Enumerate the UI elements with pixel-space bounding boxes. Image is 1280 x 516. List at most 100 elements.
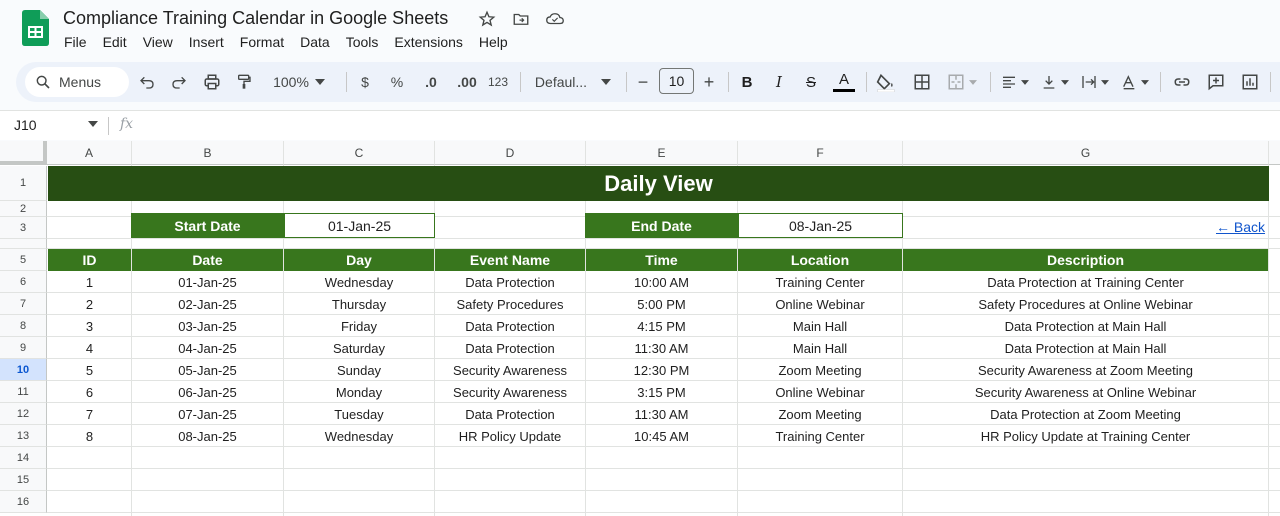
row-header-13[interactable]: 13: [0, 425, 47, 447]
menu-edit[interactable]: Edit: [95, 32, 135, 52]
cell-id[interactable]: 7: [48, 403, 131, 425]
cell-location[interactable]: Zoom Meeting: [738, 359, 902, 381]
cell-time[interactable]: 11:30 AM: [586, 403, 737, 425]
chevron-down-icon[interactable]: [88, 121, 98, 127]
increase-decimal-button[interactable]: .00: [452, 67, 482, 97]
cell-time[interactable]: 12:30 PM: [586, 359, 737, 381]
text-color-button[interactable]: A: [832, 67, 856, 97]
cell-location[interactable]: Training Center: [738, 271, 902, 293]
column-header-h[interactable]: [1269, 141, 1280, 165]
cell-event-name[interactable]: Safety Procedures: [435, 293, 585, 315]
cell-description[interactable]: Security Awareness at Online Webinar: [903, 381, 1268, 403]
column-header-c[interactable]: C: [284, 141, 435, 165]
cell-event-name[interactable]: Data Protection: [435, 337, 585, 359]
print-icon[interactable]: [201, 67, 223, 97]
cell-day[interactable]: Friday: [284, 315, 434, 337]
cell-location[interactable]: Main Hall: [738, 315, 902, 337]
sheets-logo-icon[interactable]: [22, 10, 49, 46]
row-header-4[interactable]: [0, 239, 47, 249]
select-all-corner[interactable]: [0, 141, 47, 165]
row-header-9[interactable]: 9: [0, 337, 47, 359]
cell-event-name[interactable]: Security Awareness: [435, 359, 585, 381]
cell-location[interactable]: Zoom Meeting: [738, 403, 902, 425]
cell-id[interactable]: 4: [48, 337, 131, 359]
menu-view[interactable]: View: [135, 32, 181, 52]
menu-help[interactable]: Help: [471, 32, 516, 52]
font-select[interactable]: Defaul...: [528, 67, 618, 97]
increase-font-size-button[interactable]: +: [698, 67, 720, 97]
cell-id[interactable]: 3: [48, 315, 131, 337]
row-header-16[interactable]: 16: [0, 491, 47, 513]
cell-description[interactable]: Data Protection at Main Hall: [903, 315, 1268, 337]
cell-id[interactable]: 8: [48, 425, 131, 447]
cell-date[interactable]: 08-Jan-25: [132, 425, 283, 447]
cell-description[interactable]: Security Awareness at Zoom Meeting: [903, 359, 1268, 381]
text-rotation-icon[interactable]: [1118, 67, 1152, 97]
cell-time[interactable]: 11:30 AM: [586, 337, 737, 359]
sheet-grid[interactable]: A B C D E F G 1 2 3 5 6 7 8 9 10 11 12 1…: [0, 141, 1280, 516]
paint-format-icon[interactable]: [233, 67, 255, 97]
menu-format[interactable]: Format: [232, 32, 292, 52]
cell-id[interactable]: 2: [48, 293, 131, 315]
cell-id[interactable]: 1: [48, 271, 131, 293]
menu-extensions[interactable]: Extensions: [386, 32, 470, 52]
cell-day[interactable]: Tuesday: [284, 403, 434, 425]
menu-file[interactable]: File: [56, 32, 95, 52]
end-date-value[interactable]: 08-Jan-25: [738, 213, 903, 238]
cell-event-name[interactable]: HR Policy Update: [435, 425, 585, 447]
column-header-f[interactable]: F: [738, 141, 903, 165]
row-header-15[interactable]: 15: [0, 469, 47, 491]
cell-event-name[interactable]: Data Protection: [435, 403, 585, 425]
currency-format-button[interactable]: $: [354, 67, 376, 97]
cell-time[interactable]: 10:00 AM: [586, 271, 737, 293]
cell-time[interactable]: 4:15 PM: [586, 315, 737, 337]
cell-day[interactable]: Monday: [284, 381, 434, 403]
cloud-status-icon[interactable]: [544, 8, 566, 30]
cell-time[interactable]: 5:00 PM: [586, 293, 737, 315]
row-header-5[interactable]: 5: [0, 249, 47, 271]
cell-date[interactable]: 02-Jan-25: [132, 293, 283, 315]
more-formats-button[interactable]: 123: [484, 67, 512, 97]
cell-description[interactable]: HR Policy Update at Training Center: [903, 425, 1268, 447]
row-header-3[interactable]: 3: [0, 217, 47, 239]
row-header-7[interactable]: 7: [0, 293, 47, 315]
redo-icon[interactable]: [168, 67, 190, 97]
borders-icon[interactable]: [910, 67, 934, 97]
column-header-d[interactable]: D: [435, 141, 586, 165]
name-box[interactable]: J10: [14, 117, 37, 133]
zoom-select[interactable]: 100%: [264, 67, 334, 97]
column-header-e[interactable]: E: [586, 141, 738, 165]
cell-day[interactable]: Saturday: [284, 337, 434, 359]
fill-color-icon[interactable]: [874, 67, 898, 97]
font-size-input[interactable]: 10: [659, 68, 694, 94]
cell-date[interactable]: 04-Jan-25: [132, 337, 283, 359]
cell-date[interactable]: 05-Jan-25: [132, 359, 283, 381]
column-header-g[interactable]: G: [903, 141, 1269, 165]
cell-time[interactable]: 10:45 AM: [586, 425, 737, 447]
merge-cells-icon[interactable]: [942, 67, 982, 97]
cell-event-name[interactable]: Data Protection: [435, 271, 585, 293]
cell-id[interactable]: 5: [48, 359, 131, 381]
row-header-1[interactable]: 1: [0, 166, 47, 201]
horizontal-align-icon[interactable]: [998, 67, 1032, 97]
row-header-8[interactable]: 8: [0, 315, 47, 337]
column-header-b[interactable]: B: [132, 141, 284, 165]
menu-tools[interactable]: Tools: [338, 32, 387, 52]
decrease-decimal-button[interactable]: .0: [418, 67, 444, 97]
cell-location[interactable]: Online Webinar: [738, 381, 902, 403]
undo-icon[interactable]: [136, 67, 158, 97]
cell-event-name[interactable]: Security Awareness: [435, 381, 585, 403]
cell-location[interactable]: Training Center: [738, 425, 902, 447]
decrease-font-size-button[interactable]: −: [632, 67, 654, 97]
move-folder-icon[interactable]: [510, 8, 532, 30]
star-icon[interactable]: [476, 8, 498, 30]
row-header-12[interactable]: 12: [0, 403, 47, 425]
insert-chart-icon[interactable]: [1238, 67, 1262, 97]
cell-date[interactable]: 01-Jan-25: [132, 271, 283, 293]
cell-day[interactable]: Sunday: [284, 359, 434, 381]
cell-day[interactable]: Wednesday: [284, 425, 434, 447]
row-header-6[interactable]: 6: [0, 271, 47, 293]
cell-day[interactable]: Thursday: [284, 293, 434, 315]
cell-date[interactable]: 07-Jan-25: [132, 403, 283, 425]
cell-event-name[interactable]: Data Protection: [435, 315, 585, 337]
